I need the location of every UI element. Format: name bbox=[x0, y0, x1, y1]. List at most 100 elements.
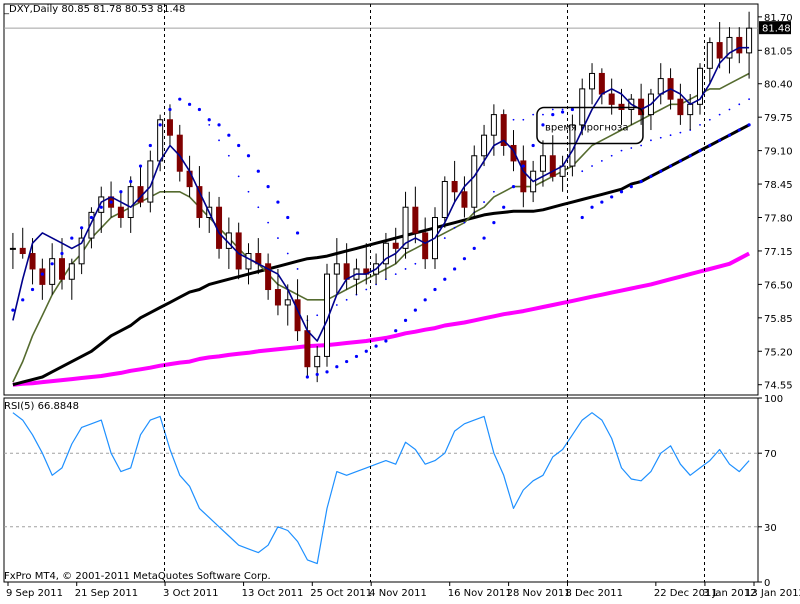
envelope-upper-dot bbox=[267, 221, 270, 224]
sar-dot bbox=[472, 246, 476, 250]
rsi-header: RSI(5) 66.8848 bbox=[4, 401, 79, 412]
envelope-lower-dot bbox=[365, 288, 368, 291]
bear-candle-body bbox=[412, 206, 419, 234]
sar-dot bbox=[384, 339, 388, 343]
sar-dot bbox=[237, 143, 241, 148]
envelope-upper-dot bbox=[561, 108, 564, 111]
sar-dot bbox=[325, 370, 329, 374]
bear-candle-body bbox=[461, 191, 468, 208]
sar-dot bbox=[21, 298, 25, 302]
sar-dot bbox=[649, 174, 653, 178]
price-tick-label: 80.40 bbox=[764, 80, 793, 91]
bull-candle-body bbox=[657, 78, 664, 95]
sar-dot bbox=[482, 236, 486, 240]
sar-dot bbox=[178, 97, 182, 101]
sar-dot bbox=[286, 215, 290, 220]
bull-candle-body bbox=[539, 155, 546, 172]
envelope-lower-dot bbox=[345, 298, 348, 301]
envelope-lower-dot bbox=[718, 113, 721, 116]
bear-candle-body bbox=[608, 93, 615, 105]
envelope-lower-dot bbox=[600, 160, 603, 162]
sar-dot bbox=[413, 308, 417, 312]
sar-dot bbox=[453, 267, 457, 271]
bear-candle-body bbox=[274, 289, 281, 306]
candle[interactable] bbox=[471, 145, 478, 218]
bear-candle-body bbox=[117, 206, 124, 219]
sar-dot bbox=[600, 200, 604, 204]
sar-dot bbox=[511, 185, 516, 189]
bull-candle-body bbox=[127, 186, 134, 219]
sar-dot bbox=[374, 344, 378, 348]
price-tick-label: 75.85 bbox=[764, 314, 793, 325]
envelope-lower-dot bbox=[443, 237, 446, 239]
envelope-lower-dot bbox=[414, 262, 417, 265]
envelope-upper-dot bbox=[277, 237, 279, 239]
sar-dot bbox=[394, 329, 398, 333]
date-tick-label: 28 Nov 2011 bbox=[507, 588, 571, 599]
price-tick-label: 75.20 bbox=[764, 347, 793, 358]
sar-dot bbox=[129, 179, 133, 184]
date-tick-label: 13 Jan 2012 bbox=[745, 588, 800, 599]
bull-candle-body bbox=[481, 134, 488, 157]
forecast-annotation-text: время прогноза bbox=[545, 122, 629, 133]
sar-dot bbox=[80, 226, 84, 230]
bear-candle-body bbox=[343, 263, 350, 280]
bear-candle-body bbox=[549, 155, 556, 177]
sar-dot bbox=[50, 262, 54, 266]
bull-candle-body bbox=[687, 103, 694, 116]
sar-dot bbox=[727, 133, 732, 137]
envelope-lower-dot bbox=[748, 98, 750, 101]
sar-dot bbox=[718, 138, 722, 142]
envelope-lower-dot bbox=[335, 304, 338, 306]
sar-dot bbox=[89, 215, 94, 220]
envelope-lower-dot bbox=[738, 103, 741, 106]
envelope-lower-dot bbox=[679, 131, 682, 134]
sar-dot bbox=[109, 200, 113, 204]
bull-candle-body bbox=[706, 42, 713, 69]
envelope-lower-dot bbox=[483, 201, 485, 203]
envelope-upper-dot bbox=[208, 124, 211, 126]
bull-candle-body bbox=[746, 27, 753, 54]
envelope-lower-dot bbox=[669, 134, 672, 137]
envelope-lower-dot bbox=[610, 154, 613, 157]
envelope-lower-dot bbox=[708, 118, 711, 121]
sar-dot bbox=[590, 205, 594, 209]
sar-dot bbox=[148, 143, 152, 148]
envelope-lower-dot bbox=[620, 149, 623, 152]
sar-dot bbox=[40, 272, 44, 276]
sar-dot bbox=[295, 231, 300, 235]
date-tick-label: 8 Dec 2011 bbox=[566, 588, 624, 599]
sar-dot bbox=[335, 365, 339, 369]
envelope-lower-dot bbox=[650, 139, 652, 142]
envelope-upper-dot bbox=[286, 252, 289, 255]
bull-candle-body bbox=[589, 72, 596, 90]
bear-candle-body bbox=[716, 42, 723, 59]
date-tick-label: 13 Oct 2011 bbox=[242, 588, 304, 599]
bear-candle-body bbox=[29, 253, 36, 270]
bull-candle-body bbox=[9, 247, 16, 250]
sar-dot bbox=[443, 277, 447, 281]
envelope-lower-dot bbox=[463, 221, 466, 224]
envelope-upper-dot bbox=[542, 113, 544, 116]
sar-dot bbox=[570, 107, 575, 112]
current-price-label: 81.48 bbox=[762, 24, 791, 35]
envelope-lower-dot bbox=[394, 273, 397, 275]
sar-dot bbox=[521, 164, 525, 168]
bear-candle-body bbox=[304, 330, 311, 368]
symbol-header: _DXY,Daily 80.85 81.78 80.53 81.48 bbox=[3, 4, 185, 15]
sar-dot bbox=[266, 185, 270, 189]
date-tick-label: 4 Nov 2011 bbox=[369, 588, 427, 599]
bear-candle-body bbox=[422, 232, 429, 260]
price-tick-label: 77.15 bbox=[764, 247, 793, 258]
sar-dot bbox=[560, 110, 565, 114]
bull-candle-body bbox=[284, 299, 291, 306]
bull-candle-body bbox=[490, 114, 497, 136]
sar-dot bbox=[502, 205, 506, 209]
sar-dot bbox=[30, 287, 35, 292]
sar-dot bbox=[11, 308, 15, 312]
sar-dot bbox=[659, 169, 663, 173]
envelope-lower-dot bbox=[630, 147, 633, 149]
sar-dot bbox=[256, 169, 260, 173]
envelope-lower-dot bbox=[453, 226, 456, 229]
sar-dot bbox=[580, 215, 584, 220]
